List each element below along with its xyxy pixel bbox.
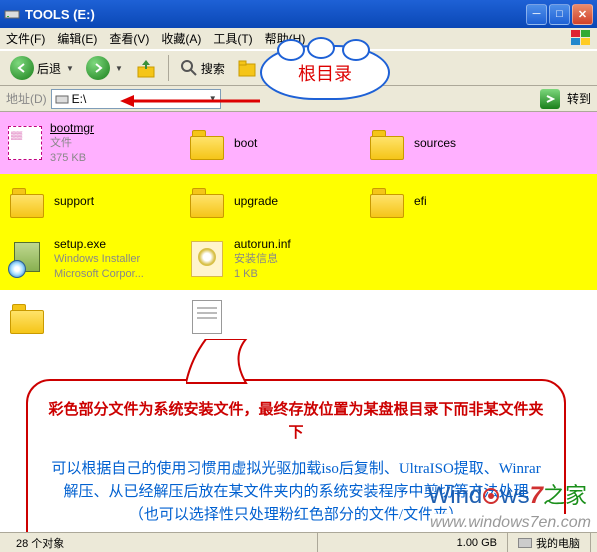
folders-button[interactable]	[233, 56, 263, 80]
statusbar: 28 个对象 1.00 GB 我的电脑	[0, 532, 597, 552]
folder-icon	[188, 124, 226, 162]
computer-icon	[518, 538, 532, 548]
folder-name: sources	[414, 135, 456, 151]
text-file-icon	[188, 298, 226, 336]
drive-icon	[4, 6, 20, 22]
folder-item-efi[interactable]: efi	[368, 182, 540, 220]
file-company: Microsoft Corpor...	[54, 267, 144, 282]
folders-icon	[237, 58, 259, 78]
search-icon	[180, 59, 198, 77]
forward-button[interactable]: ▼	[82, 54, 127, 82]
folder-name: efi	[414, 193, 427, 209]
watermark: Windws7之家	[428, 478, 587, 510]
file-row	[0, 290, 597, 344]
system-file-icon: ▒▒	[8, 126, 42, 160]
file-item-setup[interactable]: setup.exe Windows Installer Microsoft Co…	[8, 236, 180, 282]
forward-icon	[86, 56, 110, 80]
file-name: bootmgr	[50, 120, 94, 136]
status-location: 我的电脑	[508, 533, 591, 552]
annotation-cloud: 根目录	[260, 45, 390, 100]
folder-name: upgrade	[234, 193, 278, 209]
file-desc: Windows Installer	[54, 252, 144, 267]
folder-icon	[8, 298, 46, 336]
search-label: 搜索	[201, 60, 225, 77]
menu-file[interactable]: 文件(F)	[6, 30, 45, 47]
back-icon	[10, 56, 34, 80]
file-row-yellow: setup.exe Windows Installer Microsoft Co…	[0, 228, 597, 290]
go-button[interactable]	[540, 89, 560, 109]
status-size: 1.00 GB	[318, 533, 508, 552]
folder-item-boot[interactable]: boot	[188, 120, 360, 166]
installer-icon	[8, 240, 46, 278]
folder-item-sources[interactable]: sources	[368, 120, 540, 166]
back-label: 后退	[37, 60, 61, 77]
file-item-bootmgr[interactable]: ▒▒ bootmgr 文件 375 KB	[8, 120, 180, 166]
maximize-button[interactable]: □	[549, 4, 570, 25]
file-item-autorun[interactable]: autorun.inf 安装信息 1 KB	[188, 236, 360, 282]
chevron-down-icon: ▼	[66, 64, 74, 73]
up-button[interactable]	[131, 55, 161, 81]
menu-tools[interactable]: 工具(T)	[213, 30, 252, 47]
close-button[interactable]: ✕	[572, 4, 593, 25]
folder-name: boot	[234, 135, 257, 151]
file-item-partial[interactable]	[188, 298, 360, 336]
go-label: 转到	[567, 90, 591, 107]
minimize-button[interactable]: ─	[526, 4, 547, 25]
file-name: setup.exe	[54, 236, 144, 252]
file-list: ▒▒ bootmgr 文件 375 KB boot sources suppor…	[0, 112, 597, 532]
folder-item-upgrade[interactable]: upgrade	[188, 182, 360, 220]
status-objects: 28 个对象	[6, 533, 318, 552]
file-row-pink: ▒▒ bootmgr 文件 375 KB boot sources	[0, 112, 597, 174]
folder-item-support[interactable]: support	[8, 182, 180, 220]
file-size: 1 KB	[234, 267, 291, 282]
file-row-yellow: support upgrade efi	[0, 174, 597, 228]
back-button[interactable]: 后退 ▼	[6, 54, 78, 82]
windows-flag-icon	[571, 30, 591, 46]
file-name: autorun.inf	[234, 236, 291, 252]
annotation-arrow	[120, 93, 260, 109]
inf-file-icon	[188, 240, 226, 278]
file-type: 文件	[50, 136, 94, 151]
folder-icon	[368, 124, 406, 162]
chevron-down-icon: ▼	[115, 64, 123, 73]
drive-icon	[55, 93, 69, 105]
folder-icon	[188, 182, 226, 220]
menu-edit[interactable]: 编辑(E)	[57, 30, 97, 47]
address-label: 地址(D)	[6, 90, 47, 107]
titlebar: TOOLS (E:) ─ □ ✕	[0, 0, 597, 28]
bubble-tail	[186, 339, 306, 384]
menu-view[interactable]: 查看(V)	[109, 30, 149, 47]
folder-item-partial[interactable]	[8, 298, 180, 336]
window-title: TOOLS (E:)	[25, 7, 526, 22]
menu-favorites[interactable]: 收藏(A)	[161, 30, 201, 47]
file-size: 375 KB	[50, 151, 94, 166]
cloud-text: 根目录	[298, 60, 352, 86]
folder-icon	[8, 182, 46, 220]
bubble-text-red: 彩色部分文件为系统安装文件，最终存放位置为某盘根目录下而非某文件夹下	[48, 399, 544, 446]
folder-icon	[368, 182, 406, 220]
search-button[interactable]: 搜索	[176, 57, 229, 79]
file-type: 安装信息	[234, 252, 291, 267]
watermark-url: www.windows7en.com	[430, 514, 591, 532]
folder-name: support	[54, 193, 94, 209]
folder-up-icon	[135, 57, 157, 79]
